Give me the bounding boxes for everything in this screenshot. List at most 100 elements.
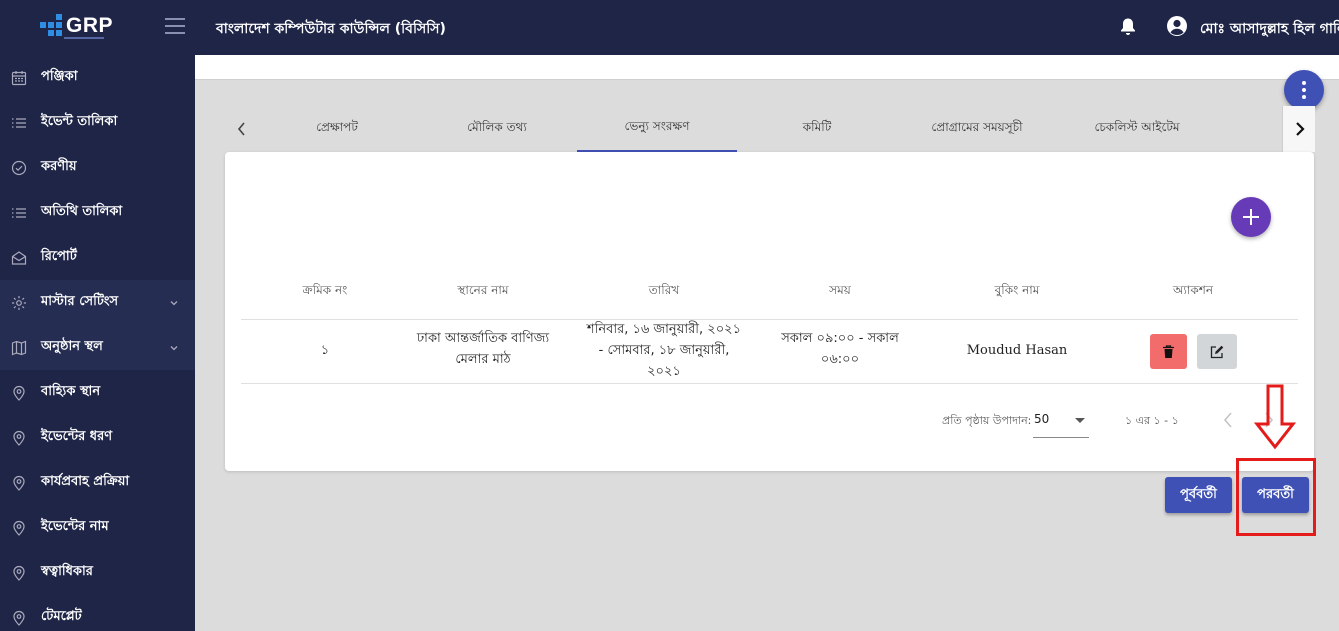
location-pin-icon (13, 430, 25, 446)
previous-page-icon[interactable] (1218, 408, 1238, 432)
logo-underline (64, 37, 104, 39)
cell-place-line: ঢাকা আন্তর্জাতিক বাণিজ্য (416, 331, 550, 346)
sidebar-item-workflow[interactable]: কার্যপ্রবাহ প্রক্রিয়া (0, 460, 195, 505)
sidebar-item-ownership[interactable]: স্বত্বাধিকার (0, 550, 195, 595)
sidebar: পঞ্জিকা ইভেন্ট তালিকা করণীয় অতিথি তালিক… (0, 55, 195, 631)
sidebar-item-master-settings[interactable]: মাস্টার সেটিংস (0, 280, 195, 325)
sidebar-item-label: কার্যপ্রবাহ প্রক্রিয়া (41, 474, 130, 489)
content-header-strip (195, 55, 1339, 80)
down-arrow-annotation-icon (1254, 384, 1296, 450)
trash-icon (1163, 345, 1174, 358)
tab-venue-booking[interactable]: ভেন্যু সংরক্ষণ (577, 106, 737, 152)
table-row-divider (241, 383, 1298, 384)
sidebar-item-label: ইভেন্টের ধরণ (41, 429, 113, 444)
column-header-place-name: স্থানের নাম (457, 283, 509, 297)
chevron-right-icon (1296, 122, 1305, 136)
map-icon (11, 340, 27, 355)
list-icon (12, 117, 26, 128)
page-range-label: ১ এর ১ - ১ (1125, 414, 1179, 427)
sidebar-item-report[interactable]: রিপোর্ট (0, 235, 195, 280)
column-header-booking-name: বুকিং নাম (994, 283, 1040, 297)
edit-button[interactable] (1197, 334, 1237, 369)
hamburger-menu-icon[interactable] (165, 18, 185, 36)
highlight-box (1236, 458, 1316, 536)
tab-bar: প্রেক্ষাপট মৌলিক তথ্য ভেন্যু সংরক্ষণ কমি… (225, 106, 1315, 152)
grp-logo[interactable]: GRP (40, 14, 113, 36)
top-bar: GRP বাংলাদেশ কম্পিউটার কাউন্সিল (বিসিসি)… (0, 0, 1339, 55)
sidebar-item-todo[interactable]: করণীয় (0, 145, 195, 190)
sidebar-item-event-list[interactable]: ইভেন্ট তালিকা (0, 100, 195, 145)
sidebar-item-label: অনুষ্ঠান স্থল (41, 339, 103, 354)
cell-serial: ১ (320, 343, 330, 358)
tab-committee[interactable]: কমিটি (737, 106, 897, 152)
cell-place-name: ঢাকা আন্তর্জাতিক বাণিজ্য মেলার মাঠ (407, 328, 559, 370)
edit-icon (1210, 345, 1224, 359)
column-header-date: তারিখ (648, 283, 680, 297)
delete-button[interactable] (1150, 334, 1187, 369)
calendar-icon (11, 70, 27, 85)
tab-checklist-items[interactable]: চেকলিস্ট আইটেম (1057, 106, 1217, 152)
previous-button[interactable]: পূর্ববর্তী (1165, 477, 1232, 513)
bell-icon[interactable] (1119, 17, 1137, 37)
sidebar-item-template[interactable]: টেমপ্লেট (0, 595, 195, 631)
venue-booking-card: ক্রমিক নং স্থানের নাম তারিখ সময় বুকিং ন… (225, 152, 1314, 471)
items-per-page-label: প্রতি পৃষ্ঠায় উপাদান: (942, 414, 1032, 427)
sidebar-item-label: ইভেন্ট তালিকা (41, 114, 118, 129)
cell-time-line: সকাল ০৯:০০ - সকাল (781, 331, 899, 346)
items-per-page-select[interactable]: 50 (1033, 406, 1089, 438)
location-pin-icon (13, 565, 25, 581)
sidebar-item-label: অতিথি তালিকা (41, 204, 123, 219)
sidebar-item-label: রিপোর্ট (41, 249, 77, 264)
items-per-page-value: 50 (1034, 412, 1050, 426)
mail-icon (11, 250, 27, 265)
cell-booking-name: Moudud Hasan (966, 343, 1068, 358)
chevron-down-icon (170, 345, 178, 350)
sidebar-item-guest-list[interactable]: অতিথি তালিকা (0, 190, 195, 235)
more-options-button[interactable] (1284, 70, 1324, 110)
sidebar-item-venue[interactable]: অনুষ্ঠান স্থল (0, 325, 195, 370)
tab-basic-info[interactable]: মৌলিক তথ্য (417, 106, 577, 152)
location-pin-icon (13, 475, 25, 491)
chevron-left-icon[interactable] (225, 106, 257, 152)
sidebar-item-label: করণীয় (41, 159, 77, 174)
chevron-down-icon (170, 300, 178, 305)
logo-text: GRP (66, 13, 114, 37)
cell-place-line: মেলার মাঠ (455, 352, 511, 367)
user-avatar-icon[interactable] (1166, 15, 1188, 37)
divider (195, 79, 1339, 80)
sidebar-item-external-place[interactable]: বাহ্যিক স্থান (0, 370, 195, 415)
sidebar-item-calendar[interactable]: পঞ্জিকা (0, 55, 195, 100)
location-pin-icon (13, 520, 25, 536)
sidebar-item-event-name[interactable]: ইভেন্টের নাম (0, 505, 195, 550)
column-header-serial: ক্রমিক নং (302, 283, 348, 297)
cell-date-line: ২০২১ (647, 364, 681, 379)
app-title: বাংলাদেশ কম্পিউটার কাউন্সিল (বিসিসি) (216, 21, 446, 37)
list-icon (12, 207, 26, 218)
cell-date-line: - সোমবার, ১৮ জানুয়ারী, (598, 343, 730, 358)
sidebar-item-label: পঞ্জিকা (41, 69, 78, 84)
location-pin-icon (13, 385, 25, 401)
sidebar-item-label: বাহ্যিক স্থান (41, 384, 101, 399)
location-pin-icon (13, 610, 25, 626)
logo-grid-icon (40, 14, 64, 36)
check-circle-icon (11, 160, 27, 175)
user-name[interactable]: মোঃ আসাদুল্লাহ হিল গালিব (1200, 17, 1339, 41)
tab-program-schedule[interactable]: প্রোগ্রামের সময়সূচী (897, 106, 1057, 152)
tab-scroll-right-button[interactable] (1282, 106, 1315, 152)
column-header-action: অ্যাকশন (1172, 283, 1213, 297)
cell-date-line: শনিবার, ১৬ জানুয়ারী, ২০২১ (586, 322, 742, 337)
sidebar-item-label: মাস্টার সেটিংস (41, 294, 119, 309)
add-venue-button[interactable] (1231, 197, 1271, 237)
cell-time: সকাল ০৯:০০ - সকাল ০৬:০০ (770, 328, 910, 370)
sidebar-item-label: ইভেন্টের নাম (41, 519, 109, 534)
caret-down-icon (1075, 418, 1085, 423)
table-header-divider (241, 319, 1298, 320)
column-header-time: সময় (829, 283, 851, 297)
sidebar-item-event-type[interactable]: ইভেন্টের ধরণ (0, 415, 195, 460)
cell-date: শনিবার, ১৬ জানুয়ারী, ২০২১ - সোমবার, ১৮ … (580, 319, 748, 382)
tab-background[interactable]: প্রেক্ষাপট (257, 106, 417, 152)
gear-icon (12, 295, 26, 310)
sidebar-item-label: টেমপ্লেট (41, 609, 82, 624)
sidebar-item-label: স্বত্বাধিকার (41, 564, 93, 579)
cell-time-line: ০৬:০০ (820, 352, 860, 367)
